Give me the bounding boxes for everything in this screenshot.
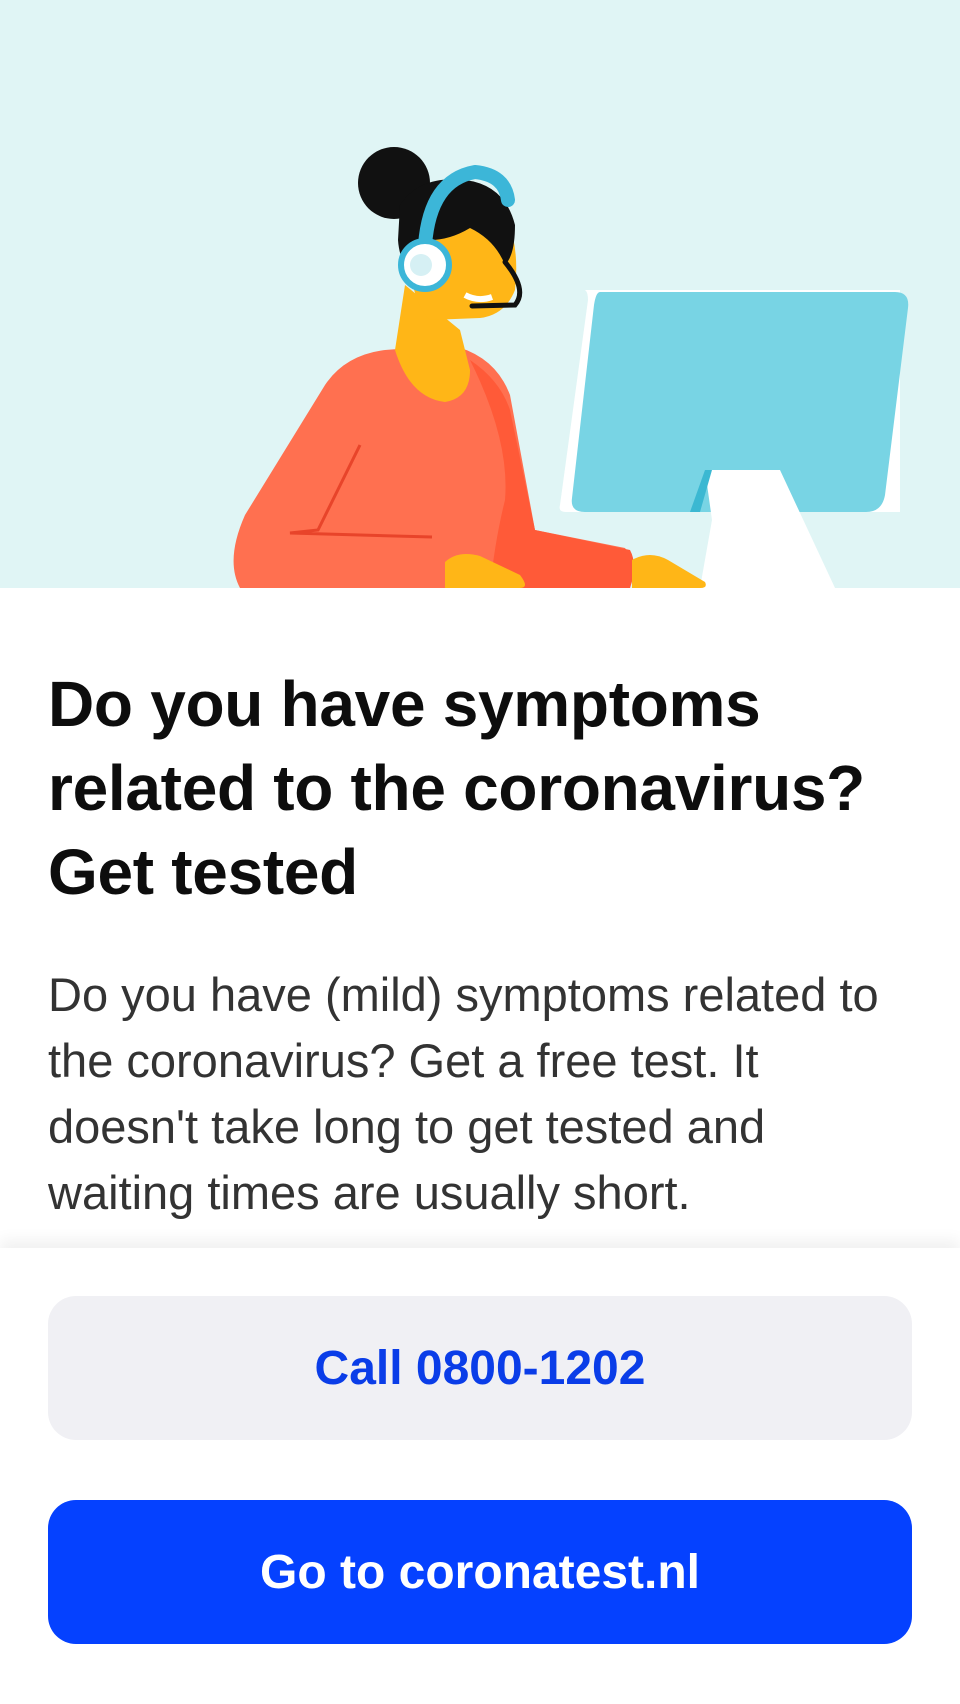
main-content: Do you have symptoms related to the coro… — [48, 662, 912, 1226]
page-title: Do you have symptoms related to the coro… — [48, 668, 865, 908]
computer-monitor-icon — [559, 290, 909, 588]
go-to-website-button[interactable]: Go to coronatest.nl — [48, 1500, 912, 1644]
hero-banner — [0, 0, 960, 588]
description-text: Do you have (mild) symptoms related to t… — [48, 968, 879, 1219]
call-center-agent-illustration — [233, 147, 909, 588]
action-footer: Call 0800-1202 Go to coronatest.nl — [0, 1248, 960, 1704]
call-hotline-button[interactable]: Call 0800-1202 — [48, 1296, 912, 1440]
